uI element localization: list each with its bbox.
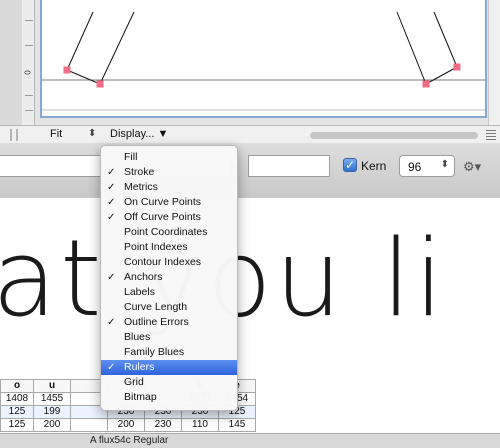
menu-item-label: Contour Indexes: [124, 256, 202, 268]
menu-item-label: Grid: [124, 376, 144, 388]
on-curve-point: [422, 80, 430, 88]
status-text: A flux54c Regular: [90, 435, 169, 446]
column-header: o: [0, 379, 34, 393]
table-cell[interactable]: 1408: [0, 392, 34, 406]
table-cell[interactable]: 200: [107, 418, 145, 432]
display-menu-button[interactable]: Display... ▼: [110, 128, 168, 140]
table-cell[interactable]: [70, 418, 108, 432]
table-cell[interactable]: 199: [33, 405, 71, 419]
fit-button[interactable]: Fit: [50, 128, 62, 140]
glyph-outline: [42, 0, 485, 111]
checkmark-icon: ✓: [107, 182, 116, 193]
left-handle-line: [66, 69, 101, 85]
menu-item-label: Off Curve Points: [124, 211, 201, 223]
checkmark-icon: ✓: [107, 362, 116, 373]
kern-label: Kern: [361, 159, 387, 173]
menu-item-point-coordinates[interactable]: Point Coordinates: [101, 225, 237, 240]
checkmark-icon: ✓: [107, 212, 116, 223]
status-bar: A flux54c Regular: [0, 433, 500, 448]
right-contour-segment: [433, 11, 458, 68]
menu-item-label: Curve Length: [124, 301, 188, 313]
menu-item-rulers[interactable]: ✓ Rulers: [101, 360, 237, 375]
left-contour-segment: [99, 11, 135, 85]
menu-item-label: Fill: [124, 151, 138, 163]
kern-value[interactable]: 96: [408, 160, 421, 174]
zoom-stepper[interactable]: ⬍: [88, 128, 96, 139]
menu-item-label: On Curve Points: [124, 196, 202, 208]
table-row: 125 200 200 230 110 145: [0, 418, 256, 432]
kern-stepper-arrows-icon[interactable]: ⬍: [441, 159, 449, 170]
menu-item-family-blues[interactable]: Family Blues: [101, 345, 237, 360]
vertical-scrollbar[interactable]: [488, 0, 500, 125]
checkmark-icon: ✓: [107, 317, 116, 328]
menu-item-grid[interactable]: Grid: [101, 375, 237, 390]
menu-item-stroke[interactable]: ✓ Stroke: [101, 165, 237, 180]
menu-item-label: Family Blues: [124, 346, 185, 358]
menu-item-label: Outline Errors: [124, 316, 189, 328]
menu-item-off-curve-points[interactable]: ✓ Off Curve Points: [101, 210, 237, 225]
menu-lines-icon[interactable]: [486, 130, 496, 140]
checkmark-icon: ✓: [107, 272, 116, 283]
menu-item-anchors[interactable]: ✓ Anchors: [101, 270, 237, 285]
secondary-text-input[interactable]: [248, 155, 330, 177]
menu-item-labels[interactable]: Labels: [101, 285, 237, 300]
text-preview[interactable]: at you li: [0, 198, 500, 378]
on-curve-point: [453, 63, 461, 71]
on-curve-point: [63, 66, 71, 74]
display-options-menu: Fill ✓ Stroke ✓ Metrics ✓ On Curve Points ✓ Off …: [100, 145, 238, 411]
horizontal-scrollbar-thumb[interactable]: [310, 132, 478, 139]
ruler-zero-label: 0: [23, 70, 33, 75]
table-cell[interactable]: 1455: [33, 392, 71, 406]
gear-icon[interactable]: ⚙▾: [463, 159, 481, 175]
menu-item-label: Anchors: [124, 271, 163, 283]
table-cell[interactable]: 200: [33, 418, 71, 432]
kern-value-stepper[interactable]: 96 ⬍: [399, 155, 455, 177]
right-contour-segment: [396, 11, 427, 85]
table-cell[interactable]: 125: [0, 418, 34, 432]
glyph-editor: 0 Fit ⬍ Display... ▼: [0, 0, 500, 144]
table-cell[interactable]: 110: [181, 418, 219, 432]
editor-bottom-bar: Fit ⬍ Display... ▼: [0, 125, 500, 144]
menu-item-label: Point Indexes: [124, 241, 188, 253]
menu-item-blues[interactable]: Blues: [101, 330, 237, 345]
kern-checkbox[interactable]: ✓: [343, 158, 357, 172]
table-cell[interactable]: 125: [0, 405, 34, 419]
glyph-canvas[interactable]: [40, 0, 487, 118]
column-header: u: [33, 379, 71, 393]
table-cell[interactable]: 230: [144, 418, 182, 432]
right-handle-line: [425, 66, 458, 85]
menu-item-contour-indexes[interactable]: Contour Indexes: [101, 255, 237, 270]
menu-item-fill[interactable]: Fill: [101, 150, 237, 165]
menu-item-metrics[interactable]: ✓ Metrics: [101, 180, 237, 195]
left-contour-segment: [66, 11, 94, 71]
preview-toolbar: ✓ Kern 96 ⬍ ⚙▾: [0, 143, 500, 199]
menu-item-label: Point Coordinates: [124, 226, 208, 238]
menu-item-curve-length[interactable]: Curve Length: [101, 300, 237, 315]
on-curve-point: [96, 80, 104, 88]
menu-item-label: Stroke: [124, 166, 155, 178]
menu-item-label: Bitmap: [124, 391, 157, 403]
menu-item-on-curve-points[interactable]: ✓ On Curve Points: [101, 195, 237, 210]
menu-item-label: Rulers: [124, 361, 155, 373]
menu-item-label: Labels: [124, 286, 155, 298]
checkmark-icon: ✓: [107, 197, 116, 208]
menu-item-label: Metrics: [124, 181, 158, 193]
checkmark-icon: ✓: [107, 167, 116, 178]
menu-item-bitmap[interactable]: Bitmap: [101, 390, 237, 405]
editor-left-gutter: [0, 0, 23, 125]
menu-item-label: Blues: [124, 331, 151, 343]
split-resize-handle[interactable]: [10, 129, 18, 141]
vertical-ruler: 0: [22, 0, 35, 125]
menu-item-outline-errors[interactable]: ✓ Outline Errors: [101, 315, 237, 330]
table-cell[interactable]: 145: [218, 418, 256, 432]
menu-item-point-indexes[interactable]: Point Indexes: [101, 240, 237, 255]
